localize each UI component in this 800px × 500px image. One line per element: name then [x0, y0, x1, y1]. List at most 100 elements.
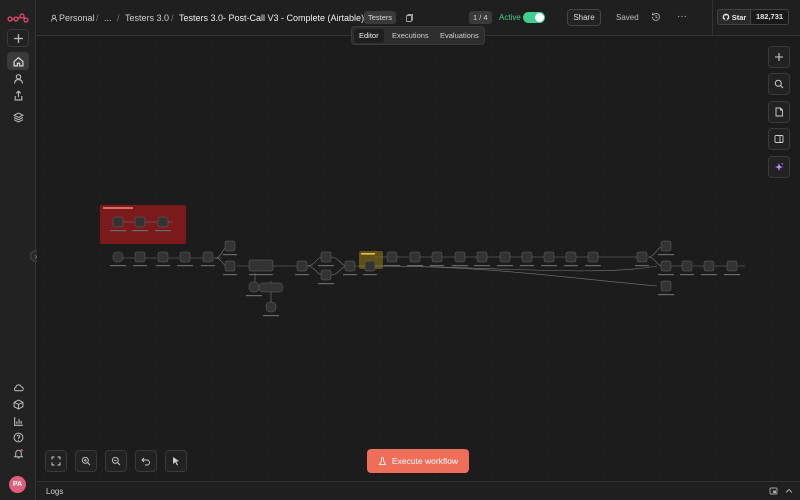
breadcrumb-separator: /	[96, 13, 99, 23]
workflow-node[interactable]	[454, 251, 466, 263]
fit-view-button[interactable]	[45, 450, 67, 472]
saved-status: Saved	[616, 13, 639, 22]
workflow-node[interactable]	[134, 251, 146, 263]
workflow-node[interactable]	[344, 260, 356, 272]
workflow-name[interactable]: Testers 3.0- Post-Call V3 - Complete (Ai…	[179, 13, 364, 23]
chevron-up-icon[interactable]	[784, 486, 794, 496]
workflow-node[interactable]	[521, 251, 533, 263]
sticky-group-nodes	[112, 216, 169, 228]
github-icon	[722, 13, 730, 21]
search-nodes-button[interactable]	[768, 73, 790, 95]
n8n-logo-icon[interactable]	[7, 10, 29, 24]
undo-button[interactable]	[135, 450, 157, 472]
workflow-node[interactable]	[565, 251, 577, 263]
workflow-node[interactable]	[431, 251, 443, 263]
workflow-node[interactable]	[364, 260, 376, 272]
active-label: Active	[499, 13, 521, 22]
fullscreen-icon	[51, 456, 61, 466]
sidebar-item-overview[interactable]	[7, 52, 29, 70]
workflow-node[interactable]	[112, 216, 124, 228]
share-button[interactable]: Share	[567, 9, 601, 26]
workflow-node[interactable]	[476, 251, 488, 263]
workflow-node[interactable]	[224, 240, 236, 252]
avatar[interactable]: PA	[9, 476, 26, 493]
workflow-node[interactable]	[320, 251, 332, 263]
breadcrumb-ellipsis[interactable]: ...	[104, 13, 112, 23]
tab-executions[interactable]: Executions	[387, 29, 434, 43]
sparkle-icon	[775, 163, 783, 171]
workflow-node[interactable]	[386, 251, 398, 263]
trigger-node[interactable]	[112, 251, 124, 263]
workflow-node[interactable]	[660, 280, 672, 292]
history-icon[interactable]	[650, 11, 662, 23]
zoom-in-icon	[81, 456, 91, 466]
github-star-count[interactable]: 182,731	[751, 9, 789, 25]
tab-editor[interactable]: Editor	[354, 29, 384, 43]
breadcrumb-separator: /	[171, 13, 174, 23]
chart-icon	[13, 416, 23, 426]
workflow-node[interactable]	[587, 251, 599, 263]
tab-evaluations[interactable]: Evaluations	[435, 29, 484, 43]
zoom-in-button[interactable]	[75, 450, 97, 472]
sidebar-item-templates[interactable]	[7, 108, 29, 126]
home-icon	[13, 56, 23, 66]
sidebar-item-shared[interactable]	[7, 86, 29, 104]
tidy-up-button[interactable]	[165, 450, 187, 472]
workflow-canvas[interactable]	[37, 37, 800, 480]
pop-out-icon[interactable]	[769, 486, 779, 496]
logs-panel[interactable]: Logs	[37, 481, 800, 500]
zoom-out-button[interactable]	[105, 450, 127, 472]
workflow-counter: 1 / 4	[469, 11, 492, 24]
workflow-node[interactable]	[660, 240, 672, 252]
flask-icon	[378, 456, 387, 465]
undo-icon	[141, 457, 150, 466]
execute-workflow-button[interactable]: Execute workflow	[367, 449, 469, 473]
workflow-node[interactable]	[248, 281, 260, 293]
sidebar-item-cloud[interactable]	[7, 378, 29, 396]
sidebar-item-admin[interactable]	[7, 395, 29, 413]
sidebar-item-personal[interactable]	[7, 69, 29, 87]
logs-label: Logs	[46, 487, 64, 496]
toggle-panel-button[interactable]	[768, 128, 790, 150]
plus-icon	[13, 33, 23, 43]
sidebar-item-notifications[interactable]	[7, 444, 29, 462]
sticky-note-icon	[775, 107, 783, 117]
workflow-node[interactable]	[179, 251, 191, 263]
workflow-node[interactable]	[224, 260, 236, 272]
add-sticky-button[interactable]	[768, 101, 790, 123]
github-star-button[interactable]: Star	[717, 9, 751, 25]
workflow-graph[interactable]	[37, 37, 800, 480]
workflow-node[interactable]	[296, 260, 308, 272]
more-options-icon[interactable]: ···	[677, 11, 687, 22]
copy-icon[interactable]	[403, 12, 415, 24]
workflow-node[interactable]	[265, 301, 277, 313]
workflow-node[interactable]	[499, 251, 511, 263]
help-icon	[13, 432, 23, 442]
ai-assistant-button[interactable]	[768, 156, 790, 178]
breadcrumb-personal[interactable]: Personal	[59, 13, 95, 23]
workflow-node[interactable]	[409, 251, 421, 263]
workflow-node[interactable]	[726, 260, 738, 272]
workflow-node[interactable]	[660, 260, 672, 272]
box-icon	[13, 399, 23, 409]
workflow-node[interactable]	[703, 260, 715, 272]
n8n-app: PA › Personal / ... / Testers 3.0 / Test…	[0, 0, 800, 500]
workflow-node[interactable]	[258, 282, 284, 293]
workflow-node[interactable]	[134, 216, 146, 228]
add-button[interactable]	[7, 29, 29, 47]
workflow-node[interactable]	[681, 260, 693, 272]
workflow-node[interactable]	[543, 251, 555, 263]
main-flow-nodes	[112, 240, 738, 313]
active-toggle[interactable]	[523, 12, 545, 23]
workflow-node[interactable]	[320, 269, 332, 281]
panel-icon	[774, 135, 784, 143]
workflow-tag[interactable]: Testers	[364, 11, 397, 24]
workflow-node[interactable]	[248, 259, 274, 272]
sticky-note-heading	[103, 207, 133, 209]
add-node-button[interactable]	[768, 46, 790, 68]
workflow-node[interactable]	[157, 216, 169, 228]
workflow-node[interactable]	[636, 251, 648, 263]
workflow-node[interactable]	[202, 251, 214, 263]
breadcrumb-folder[interactable]: Testers 3.0	[125, 13, 169, 23]
workflow-node[interactable]	[157, 251, 169, 263]
